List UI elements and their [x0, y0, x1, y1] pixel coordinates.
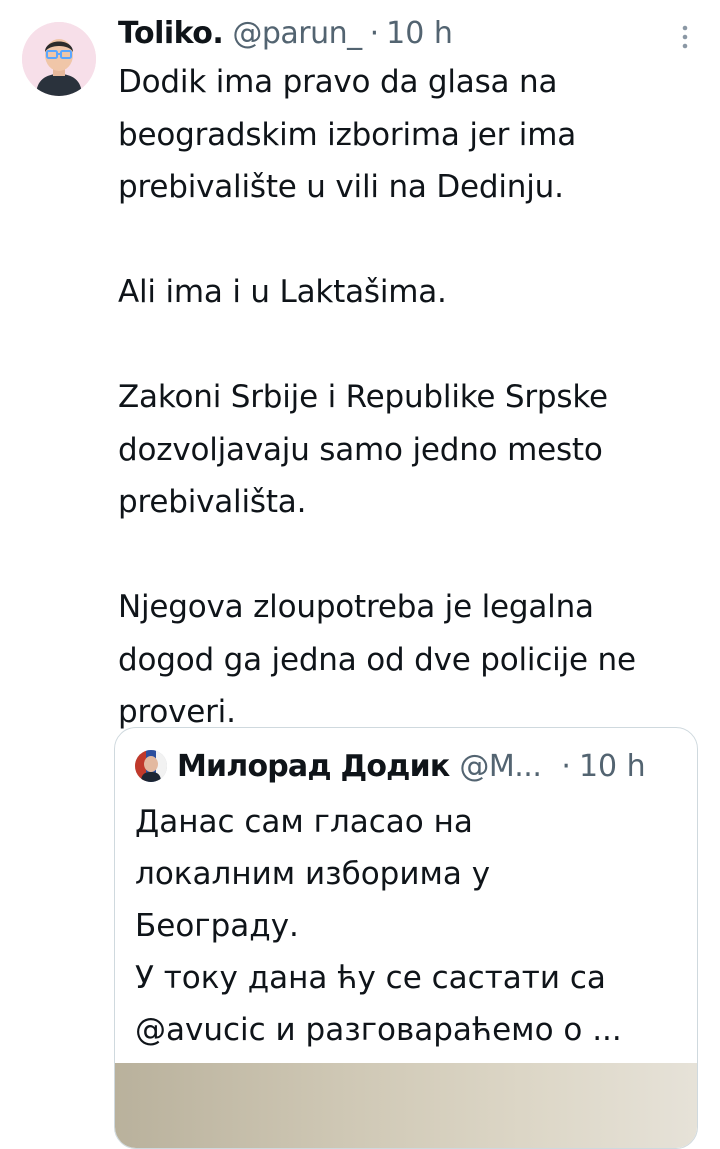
quoted-text-line: Данас сам гласао на: [135, 804, 473, 840]
quoted-text-line: локалним изборима у: [135, 856, 491, 892]
quoted-author-handle[interactable]: @M...: [459, 749, 542, 784]
quoted-text-line: Београду.: [135, 908, 299, 944]
quoted-tweet-header: Милорад Додик @M... · 10 h: [135, 744, 646, 788]
tweet-header: Toliko. @parun_ · 10 h: [118, 14, 453, 54]
quoted-tweet-text: Данас сам гласао на локалним изборима у …: [135, 796, 680, 1056]
tweet-paragraph: Dodik ima pravo da glasa na beogradskim …: [118, 64, 577, 205]
tweet-paragraph: Ali ima i u Laktašima.: [118, 274, 447, 310]
quoted-header-separator: ·: [561, 748, 571, 784]
tweet-paragraph: Zakoni Srbije i Republike Srpske dozvolj…: [118, 379, 608, 520]
header-separator: ·: [369, 16, 380, 51]
tweet-timestamp[interactable]: 10 h: [386, 14, 453, 54]
quoted-author-display-name[interactable]: Милорад Додик: [177, 749, 450, 784]
tweet-text: Dodik ima pravo da glasa na beogradskim …: [118, 56, 698, 739]
quoted-tweet-media-image[interactable]: [115, 1063, 697, 1148]
quoted-text-line: У току дана ћу се састати са: [135, 960, 606, 996]
tweet-paragraph: Njegova zloupotreba je legalna dogod ga …: [118, 589, 636, 730]
author-handle[interactable]: @parun_: [232, 14, 362, 54]
quoted-avatar-photo-icon: [135, 750, 167, 782]
quoted-author-avatar[interactable]: [135, 750, 167, 782]
author-display-name[interactable]: Toliko.: [118, 14, 224, 54]
avatar-illustration-icon: [22, 22, 96, 96]
quoted-text-line: @avucic и разговараћемо о ...: [135, 1012, 622, 1048]
more-options-icon: [682, 25, 688, 49]
more-options-button[interactable]: [678, 22, 692, 52]
author-avatar[interactable]: [22, 22, 96, 96]
quoted-tweet-timestamp[interactable]: 10 h: [579, 749, 646, 784]
tweet[interactable]: Toliko. @parun_ · 10 h Dodik ima pravo d…: [0, 0, 720, 1149]
